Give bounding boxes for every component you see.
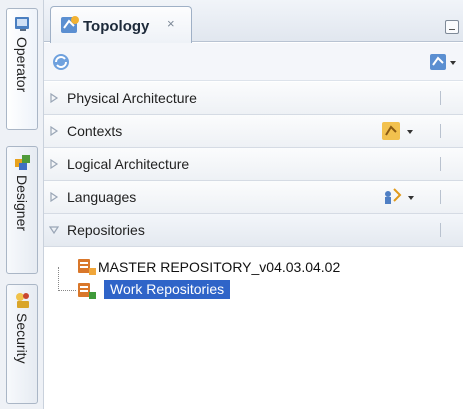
accordion-label: Physical Architecture [67,90,197,106]
operator-icon [15,17,29,31]
new-context-icon[interactable] [381,120,417,142]
sidebar-tab-label: Operator [14,37,30,93]
topology-panel: Topology × Physical Architecture Context… [44,0,463,409]
accordion-repositories[interactable]: Repositories [44,214,463,247]
accordion-label: Repositories [67,222,145,238]
accordion-languages[interactable]: Languages [44,181,463,214]
accordion-contexts[interactable]: Contexts [44,115,463,148]
tree-node-label: MASTER REPOSITORY_v04.03.04.02 [98,259,341,275]
work-repository-icon [78,283,96,299]
tab-topology-label: Topology [83,18,150,35]
left-sidebar: Operator Designer Security [0,0,44,409]
languages-icon[interactable] [382,186,418,208]
tree-node-label-selected: Work Repositories [104,280,231,299]
close-icon[interactable]: × [167,16,175,31]
accordion-divider [440,124,441,138]
accordion-label: Languages [67,189,137,205]
accordion-physical-architecture[interactable]: Physical Architecture [44,82,463,115]
chevron-right-icon [50,192,59,202]
accordion-label: Contexts [67,123,123,139]
security-icon [16,293,29,308]
sidebar-tab-label: Security [14,313,30,364]
chevron-down-icon [49,226,59,235]
connect-dropdown-icon[interactable] [429,51,459,73]
accordion-divider [440,223,441,237]
accordion-divider [440,190,441,204]
chevron-right-icon [50,93,59,103]
accordion-divider [440,91,441,105]
tree-connector [58,290,76,291]
topology-icon [61,16,79,33]
minimize-button[interactable] [445,20,459,34]
topology-toolbar [44,43,463,81]
repository-tree: MASTER REPOSITORY_v04.03.04.02 Work Repo… [44,247,463,409]
sidebar-tab-designer[interactable]: Designer [6,146,38,274]
chevron-right-icon [50,126,59,136]
master-repository-icon [78,259,96,275]
refresh-icon[interactable] [50,51,72,73]
chevron-right-icon [50,159,59,169]
accordion-label: Logical Architecture [67,156,190,172]
tab-strip: Topology × [44,0,463,43]
tab-topology[interactable]: Topology × [50,6,192,43]
designer-icon [15,155,30,170]
sidebar-tab-label: Designer [14,175,30,232]
accordion-logical-architecture[interactable]: Logical Architecture [44,148,463,181]
sidebar-tab-operator[interactable]: Operator [6,8,38,130]
accordion-divider [440,157,441,171]
sidebar-tab-security[interactable]: Security [6,284,38,404]
topology-accordion: Physical Architecture Contexts Logical A… [44,82,463,247]
tree-connector [58,267,59,291]
